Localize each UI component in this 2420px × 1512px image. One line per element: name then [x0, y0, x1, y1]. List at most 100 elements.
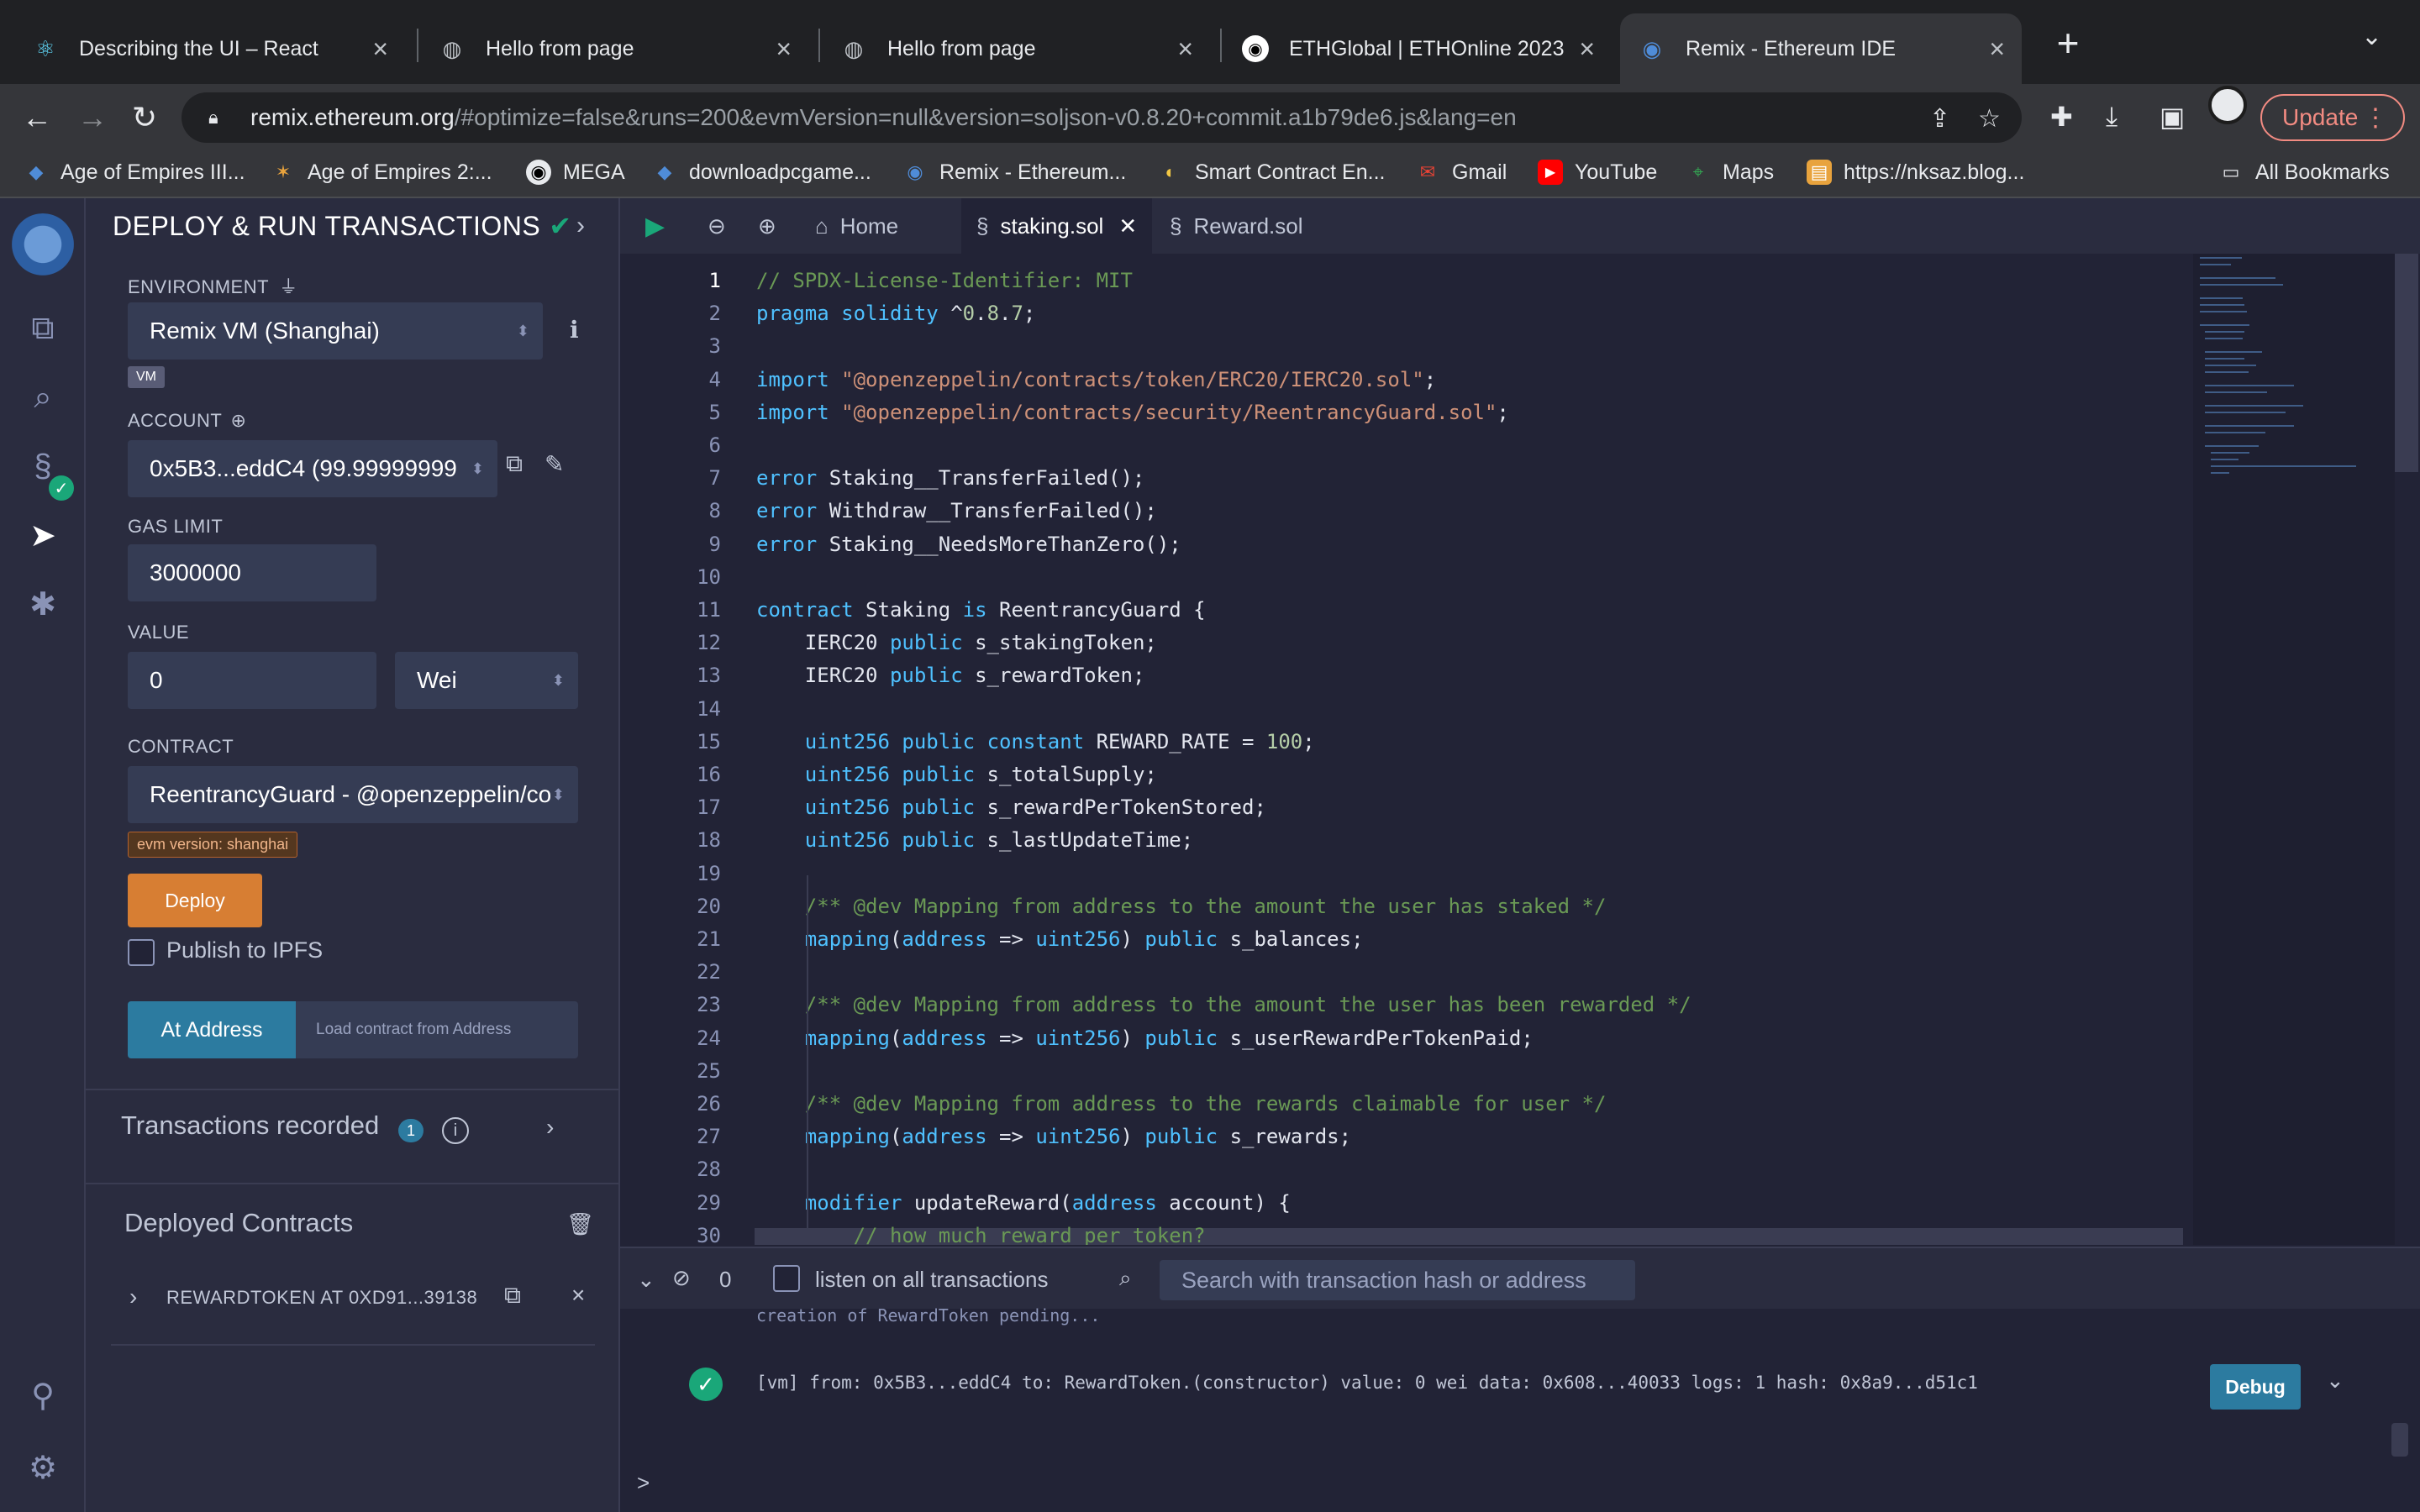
transactions-recorded-label[interactable]: Transactions recorded — [121, 1110, 379, 1141]
deployed-contract-item[interactable]: REWARDTOKEN AT 0XD91...39138 — [166, 1287, 477, 1309]
minimap-line — [2200, 257, 2242, 259]
editor-scrollbar[interactable] — [2395, 254, 2418, 472]
value-unit-select[interactable]: Wei ⬍ — [395, 652, 578, 709]
code-line: /** @dev Mapping from address to the rew… — [756, 1092, 1607, 1116]
code-editor[interactable]: 1 2 3 4 5 6 7 8 9 10 11 12 13 14 15 16 17 18 19 20 21 22 23 24 2… — [620, 254, 2418, 1245]
copy-icon[interactable]: ⧉ — [504, 1282, 521, 1310]
minimap[interactable] — [2193, 254, 2395, 1245]
value-unit: Wei — [417, 667, 457, 693]
transaction-search-input[interactable]: Search with transaction hash or address — [1160, 1260, 1635, 1300]
line-number: 26 — [697, 1092, 721, 1116]
zoom-out-icon[interactable]: ⊖ — [708, 198, 726, 254]
profile-avatar[interactable] — [2208, 86, 2247, 124]
copy-icon[interactable]: ⧉ — [506, 450, 523, 478]
bookmark-item[interactable]: ◆ Age of Empires III... — [24, 160, 245, 185]
bookmark-item[interactable]: ◉ Remix - Ethereum... — [902, 160, 1126, 185]
code-line: error Staking__TransferFailed(); — [756, 466, 1145, 491]
back-icon[interactable]: ← — [15, 96, 59, 139]
chevron-right-icon[interactable]: › — [576, 212, 585, 240]
collapse-terminal-icon[interactable]: ⌄ — [637, 1267, 655, 1293]
tab-home[interactable]: ⌂ Home — [815, 198, 898, 254]
tab-title: Remix - Ethereum IDE — [1686, 36, 1897, 60]
bookmark-item[interactable]: ◉ MEGA — [526, 160, 625, 185]
extensions-icon[interactable]: ✚ — [2050, 101, 2073, 133]
trash-icon[interactable]: 🗑︎ — [566, 1211, 594, 1237]
update-button[interactable]: Update ⋮ — [2260, 94, 2405, 141]
zoom-in-icon[interactable]: ⊕ — [758, 198, 776, 254]
settings-gear-icon[interactable]: ⚙ — [22, 1446, 64, 1488]
load-address-input[interactable]: Load contract from Address — [296, 1001, 578, 1058]
info-icon[interactable]: i — [442, 1117, 469, 1144]
bookmark-item[interactable]: ✉ Gmail — [1415, 160, 1507, 185]
console-prompt[interactable]: > — [637, 1470, 650, 1496]
info-icon[interactable]: ℹ — [570, 316, 579, 344]
bookmark-item[interactable]: ▶ YouTube — [1538, 160, 1657, 185]
share-icon[interactable]: ⇪ — [1929, 104, 1950, 134]
chevron-right-icon[interactable]: › — [546, 1114, 554, 1141]
bookmark-item[interactable]: ▤ https://nksaz.blog... — [1807, 160, 2024, 185]
chevron-down-icon[interactable]: ⌄ — [2326, 1368, 2344, 1394]
account-select[interactable]: 0x5B3...eddC4 (99.99999999 ⬍ — [128, 440, 497, 497]
transaction-log[interactable]: [vm] from: 0x5B3...eddC4 to: RewardToken… — [756, 1373, 1978, 1393]
deploy-button[interactable]: Deploy — [128, 874, 262, 927]
publish-ipfs-checkbox[interactable] — [128, 939, 155, 966]
debug-button[interactable]: Debug — [2210, 1364, 2301, 1410]
download-icon[interactable]: ⤓ — [2106, 101, 2118, 133]
bookmark-item[interactable]: ◐ Smart Contract En... — [1158, 160, 1385, 185]
side-panel-icon[interactable]: ▣ — [2160, 101, 2185, 133]
line-number: 13 — [697, 664, 721, 688]
close-icon[interactable]: × — [776, 34, 792, 65]
remix-logo[interactable] — [8, 213, 77, 282]
forward-icon[interactable]: → — [71, 96, 114, 139]
minimap-line — [2205, 351, 2262, 353]
close-icon[interactable]: × — [1579, 34, 1595, 65]
star-icon[interactable]: ☆ — [1978, 104, 2001, 134]
tab-staking-sol[interactable]: § staking.sol ✕ — [961, 198, 1153, 254]
close-icon[interactable]: × — [1989, 34, 2005, 65]
listen-all-checkbox[interactable] — [773, 1265, 800, 1292]
browser-tab-remix[interactable]: ◉ Remix - Ethereum IDE × — [1620, 13, 2022, 84]
search-icon[interactable]: ⌕ — [22, 376, 64, 418]
at-address-button[interactable]: At Address — [128, 1001, 296, 1058]
more-icon: ⋮ — [2363, 103, 2388, 132]
tab-reward-sol[interactable]: § Reward.sol — [1170, 198, 1303, 254]
minimap-line — [2200, 324, 2250, 326]
environment-select[interactable]: Remix VM (Shanghai) ⬍ — [128, 302, 543, 360]
chevron-right-icon[interactable]: › — [129, 1284, 137, 1310]
tab-search-icon[interactable]: ⌄ — [2361, 22, 2382, 51]
close-icon[interactable]: × — [571, 1282, 585, 1309]
line-number: 2 — [708, 302, 721, 326]
bookmark-item[interactable]: ✶ Age of Empires 2:... — [271, 160, 492, 185]
file-explorer-icon[interactable]: ⧉ — [22, 307, 64, 349]
bookmark-item[interactable]: ⌖ Maps — [1686, 160, 1774, 185]
terminal-scrollbar[interactable] — [2391, 1423, 2408, 1457]
minimap-line — [2205, 405, 2304, 407]
browser-tab-hello-2[interactable]: ◍ Hello from page × — [822, 13, 1210, 84]
address-bar[interactable]: 🔒︎ remix.ethereum.org/#optimize=false&ru… — [182, 92, 2022, 143]
browser-tab-react[interactable]: ⚛ Describing the UI – React × — [13, 13, 405, 84]
bookmark-item[interactable]: ◆ downloadpcgame... — [652, 160, 871, 185]
tab-label: Reward.sol — [1193, 213, 1303, 239]
value-input[interactable]: 0 — [128, 652, 376, 709]
new-tab-button[interactable]: + — [2044, 18, 2092, 67]
run-script-icon[interactable]: ▶ — [645, 198, 665, 254]
deploy-run-icon[interactable]: ➤ — [22, 514, 64, 556]
browser-tab-ethglobal[interactable]: ◉ ETHGlobal | ETHOnline 2023 × — [1223, 13, 1612, 84]
close-icon[interactable]: × — [1177, 34, 1193, 65]
code-line: /** @dev Mapping from address to the amo… — [756, 894, 1607, 918]
close-icon: ✕ — [1118, 213, 1138, 239]
all-bookmarks-label: All Bookmarks — [2255, 160, 2390, 184]
reload-icon[interactable]: ↻ — [123, 96, 166, 139]
minimap-line — [2200, 297, 2244, 299]
code-line: uint256 public s_totalSupply; — [804, 763, 1157, 786]
plugin-manager-icon[interactable]: ⚲ — [22, 1374, 64, 1416]
debugger-icon[interactable]: ✱ — [22, 583, 64, 625]
edit-icon[interactable]: ✎ — [544, 450, 564, 478]
clear-console-icon[interactable]: ⊘ — [672, 1265, 691, 1291]
all-bookmarks[interactable]: ▭ All Bookmarks — [2218, 160, 2390, 185]
gas-limit-input[interactable]: 3000000 — [128, 544, 376, 601]
browser-tab-hello-1[interactable]: ◍ Hello from page × — [420, 13, 808, 84]
contract-select[interactable]: ReentrancyGuard - @openzeppelin/co ⬍ — [128, 766, 578, 823]
minimap-line — [2205, 358, 2244, 360]
close-icon[interactable]: × — [372, 34, 388, 65]
